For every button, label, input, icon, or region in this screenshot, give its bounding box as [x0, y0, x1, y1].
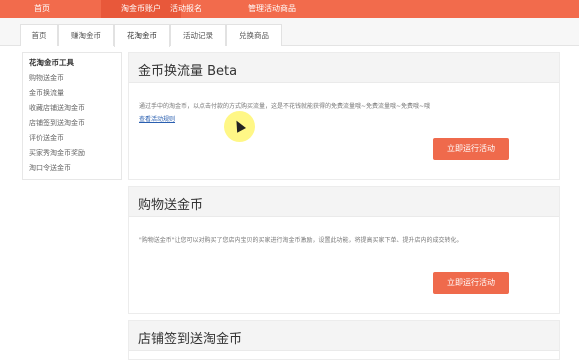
panel-header: 金币换流量 Beta: [129, 53, 559, 83]
run-activity-button[interactable]: 立即运行活动: [433, 138, 509, 160]
tab-spend-coins[interactable]: 花淘金币: [114, 24, 170, 47]
sidebar-item-review-coins[interactable]: 评价送金币: [29, 133, 64, 143]
panel-store-checkin-coins: 店铺签到送淘金币: [128, 320, 560, 360]
sidebar-item-store-checkin-coins[interactable]: 店铺签到送淘金币: [29, 118, 85, 128]
panel-title: 店铺签到送淘金币: [138, 332, 243, 347]
sub-tabs: 首页 赚淘金币 花淘金币 活动记录 兑换商品: [0, 18, 579, 47]
tools-sidebar: 花淘金币工具 购物送金币 金币换流量 收藏店铺送淘金币 店铺签到送淘金币 评价送…: [22, 52, 122, 180]
panel-description: "购物送金币"让您可以对购买了您店内宝贝的买家进行淘金币激励，设置此功能，将提高…: [139, 237, 463, 244]
rules-link[interactable]: 查看活动规则: [139, 114, 175, 123]
tab-activity-records[interactable]: 活动记录: [170, 24, 226, 46]
run-activity-button[interactable]: 立即运行活动: [433, 272, 509, 294]
sidebar-item-coins-for-traffic[interactable]: 金币换流量: [29, 88, 64, 98]
sidebar-title: 花淘金币工具: [29, 58, 74, 67]
sidebar-item-shopping-coins[interactable]: 购物送金币: [29, 73, 64, 83]
sidebar-item-buyer-show-coins[interactable]: 买家秀淘金币奖励: [29, 148, 85, 158]
panel-coins-for-traffic: 金币换流量 Beta 通过手中的淘金币，以点击付款的方式购买流量，这是不花钱就能…: [128, 52, 560, 180]
panel-description: 通过手中的淘金币，以点击付款的方式购买流量，这是不花钱就能获得的免费流量哦~免费…: [139, 103, 431, 110]
tab-earn-coins[interactable]: 赚淘金币: [58, 24, 114, 46]
topnav-home[interactable]: 首页: [22, 0, 62, 18]
top-navigation: 首页 淘金币账户 活动报名 管理活动商品: [0, 0, 579, 18]
panel-shopping-coins: 购物送金币 "购物送金币"让您可以对购买了您店内宝贝的买家进行淘金币激励，设置此…: [128, 186, 560, 314]
sidebar-item-favorite-store-coins[interactable]: 收藏店铺送淘金币: [29, 103, 85, 113]
topnav-event-signup[interactable]: 活动报名: [162, 0, 210, 18]
panel-title: 金币换流量 Beta: [138, 64, 238, 79]
panel-header: 购物送金币: [129, 187, 559, 217]
tab-home[interactable]: 首页: [20, 24, 58, 46]
topnav-manage-products[interactable]: 管理活动商品: [236, 0, 308, 18]
panel-title: 购物送金币: [138, 198, 204, 213]
tab-redeem-products[interactable]: 兑换商品: [226, 24, 282, 46]
panel-header: 店铺签到送淘金币: [129, 321, 559, 351]
sidebar-item-taokouling-coins[interactable]: 淘口令送金币: [29, 163, 71, 173]
